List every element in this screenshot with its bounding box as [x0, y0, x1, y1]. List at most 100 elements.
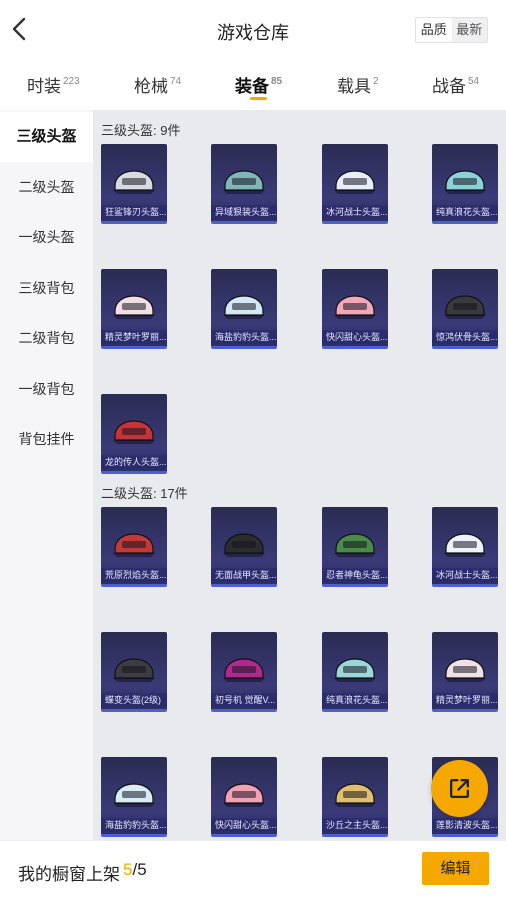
- item-card[interactable]: 无面战甲头盔...: [211, 507, 277, 587]
- helmet-icon: [223, 658, 265, 682]
- shelf-total: 5: [137, 860, 147, 879]
- item-name: 荒原烈焰头盔...: [101, 568, 167, 582]
- helmet-icon: [334, 658, 376, 682]
- helmet-icon: [444, 658, 486, 682]
- item-name: 精灵梦叶罗丽...: [432, 693, 498, 707]
- sidebar-item-level2-backpack[interactable]: 二级背包: [0, 313, 93, 363]
- helmet-icon: [334, 170, 376, 194]
- item-card[interactable]: 异域狠装头盔...: [211, 144, 277, 224]
- item-card[interactable]: 初号机 觉醒V...: [211, 632, 277, 712]
- tab-count: 74: [170, 76, 182, 87]
- section-title-level3-helmet: 三级头盔: 9件: [101, 123, 181, 138]
- external-link-icon: [450, 779, 469, 798]
- helmet-icon: [113, 783, 155, 807]
- bottom-bar: 我的橱窗上架 5/5 编辑: [0, 840, 506, 897]
- item-name: 海盐豹豹头盔...: [101, 818, 167, 832]
- item-name: 龙的传人头盔...: [101, 455, 167, 469]
- helmet-icon: [444, 170, 486, 194]
- helmet-icon: [223, 170, 265, 194]
- tab-weapons[interactable]: 枪械 74: [134, 72, 181, 97]
- helmet-icon: [223, 295, 265, 319]
- category-tabs: 时装 223 枪械 74 装备 85 载具 2 战备 54: [0, 62, 506, 110]
- sort-newest-button[interactable]: 最新: [451, 18, 487, 42]
- helmet-icon: [223, 783, 265, 807]
- item-card[interactable]: 龙的传人头盔...: [101, 394, 167, 474]
- sidebar-item-backpack-pendant[interactable]: 背包挂件: [0, 414, 93, 464]
- item-card[interactable]: 纯真浪花头盔...: [432, 144, 498, 224]
- item-name: 初号机 觉醒V...: [211, 693, 277, 707]
- sidebar-item-level1-helmet[interactable]: 一级头盔: [0, 212, 93, 262]
- helmet-icon: [444, 295, 486, 319]
- helmet-icon: [223, 533, 265, 557]
- item-card[interactable]: 快闪甜心头盔...: [322, 269, 388, 349]
- sidebar-item-level3-backpack[interactable]: 三级背包: [0, 263, 93, 313]
- tab-label: 载具: [337, 77, 371, 96]
- item-card[interactable]: 冰河战士头盔...: [432, 507, 498, 587]
- item-card[interactable]: 惊鸿伏骨头盔...: [432, 269, 498, 349]
- tab-label: 时装: [27, 77, 61, 96]
- tab-count: 2: [373, 76, 379, 87]
- active-tab-indicator: [250, 97, 267, 100]
- item-card[interactable]: 冰河战士头盔...: [322, 144, 388, 224]
- top-bar: 游戏仓库 品质 最新: [0, 0, 506, 60]
- sidebar-item-level3-helmet[interactable]: 三级头盔: [0, 112, 93, 162]
- item-name: 冰河战士头盔...: [432, 568, 498, 582]
- shelf-label: 我的橱窗上架: [18, 865, 120, 884]
- tab-label: 枪械: [134, 77, 168, 96]
- sort-quality-button[interactable]: 品质: [416, 18, 452, 42]
- section-title-level2-helmet: 二级头盔: 17件: [101, 486, 188, 501]
- sidebar-item-level1-backpack[interactable]: 一级背包: [0, 364, 93, 414]
- item-name: 莲影清波头盔...: [432, 818, 498, 832]
- sidebar: 三级头盔 二级头盔 一级头盔 三级背包 二级背包 一级背包 背包挂件: [0, 110, 93, 840]
- item-card[interactable]: 精灵梦叶罗丽...: [101, 269, 167, 349]
- item-name: 海盐豹豹头盔...: [211, 330, 277, 344]
- tab-fashion[interactable]: 时装 223: [27, 72, 80, 97]
- item-card[interactable]: 精灵梦叶罗丽...: [432, 632, 498, 712]
- item-name: 蝶变头盔(2级): [101, 693, 167, 707]
- item-grid: 三级头盔: 9件 二级头盔: 17件 狂鲨锋刃头盔... 异域狠装头盔... 冰河战…: [93, 110, 506, 840]
- helmet-icon: [334, 295, 376, 319]
- sort-toggle: 品质 最新: [415, 17, 488, 43]
- item-name: 惊鸿伏骨头盔...: [432, 330, 498, 344]
- item-card[interactable]: 海盐豹豹头盔...: [101, 757, 167, 837]
- helmet-icon: [334, 783, 376, 807]
- item-name: 忍者神龟头盔...: [322, 568, 388, 582]
- helmet-icon: [113, 170, 155, 194]
- item-name: 精灵梦叶罗丽...: [101, 330, 167, 344]
- helmet-icon: [113, 533, 155, 557]
- helmet-icon: [444, 533, 486, 557]
- item-card[interactable]: 纯真浪花头盔...: [322, 632, 388, 712]
- item-name: 纯真浪花头盔...: [322, 693, 388, 707]
- item-name: 异域狠装头盔...: [211, 205, 277, 219]
- sidebar-item-level2-helmet[interactable]: 二级头盔: [0, 162, 93, 212]
- tab-equipment[interactable]: 装备 85: [235, 72, 282, 97]
- share-fab-button[interactable]: [431, 760, 488, 817]
- item-card[interactable]: 忍者神龟头盔...: [322, 507, 388, 587]
- tab-label: 装备: [235, 77, 269, 96]
- item-name: 快闪甜心头盔...: [211, 818, 277, 832]
- item-card[interactable]: 荒原烈焰头盔...: [101, 507, 167, 587]
- item-card[interactable]: 快闪甜心头盔...: [211, 757, 277, 837]
- item-card[interactable]: 沙丘之主头盔...: [322, 757, 388, 837]
- tab-label: 战备: [432, 77, 466, 96]
- item-name: 快闪甜心头盔...: [322, 330, 388, 344]
- helmet-icon: [113, 420, 155, 444]
- item-card[interactable]: 狂鲨锋刃头盔...: [101, 144, 167, 224]
- tab-count: 54: [468, 76, 480, 87]
- shelf-count: 5/5: [123, 860, 147, 880]
- item-card[interactable]: 海盐豹豹头盔...: [211, 269, 277, 349]
- edit-button[interactable]: 编辑: [422, 852, 489, 885]
- tab-count: 223: [63, 76, 80, 87]
- item-card[interactable]: 蝶变头盔(2级): [101, 632, 167, 712]
- helmet-icon: [113, 658, 155, 682]
- item-name: 纯真浪花头盔...: [432, 205, 498, 219]
- item-name: 无面战甲头盔...: [211, 568, 277, 582]
- item-name: 冰河战士头盔...: [322, 205, 388, 219]
- tab-combat-supplies[interactable]: 战备 54: [432, 72, 479, 97]
- item-name: 狂鲨锋刃头盔...: [101, 205, 167, 219]
- tab-count: 85: [271, 76, 283, 87]
- helmet-icon: [113, 295, 155, 319]
- item-name: 沙丘之主头盔...: [322, 818, 388, 832]
- tab-vehicles[interactable]: 载具 2: [337, 72, 379, 97]
- helmet-icon: [334, 533, 376, 557]
